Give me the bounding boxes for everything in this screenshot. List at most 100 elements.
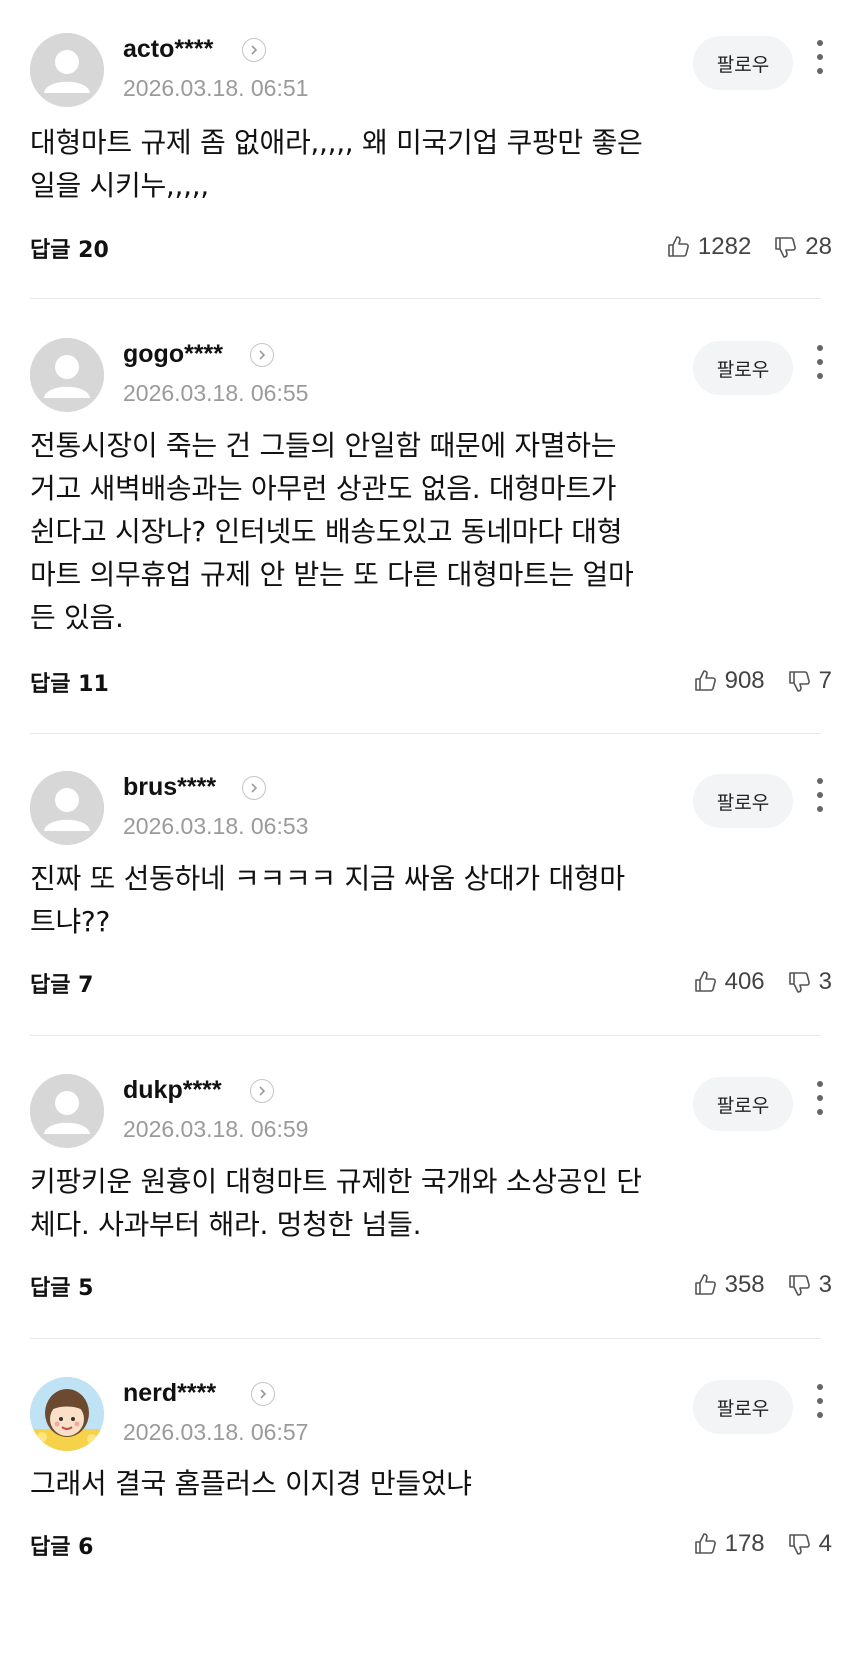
thumbs-down-icon — [773, 234, 805, 260]
follow-button[interactable]: 팔로우 — [693, 1380, 793, 1434]
like-count: 178 — [724, 1530, 765, 1557]
username[interactable]: acto**** — [123, 35, 213, 64]
comment-text-line: 대형마트 규제 좀 없애라,,,,, 왜 미국기업 쿠팡만 좋은 — [30, 126, 643, 159]
comment-item: dukp**** 2026.03.18. 06:59 팔로우 — [0, 1074, 850, 1148]
comment-footer: 답글 11 908 7 — [0, 666, 850, 706]
comment-text-line: 일을 시키누,,,,, — [30, 169, 209, 202]
profile-chevron-icon[interactable] — [242, 776, 266, 800]
dislike-button[interactable]: 28 — [773, 233, 832, 261]
profile-chevron-icon[interactable] — [250, 1079, 274, 1103]
thumbs-down-icon — [787, 1272, 819, 1298]
comment-text-line: 그래서 결국 홈플러스 이지경 만들었냐 — [30, 1467, 472, 1500]
avatar[interactable] — [30, 1074, 104, 1148]
comment-footer: 답글 5 358 3 — [0, 1270, 850, 1310]
avatar[interactable] — [30, 338, 104, 412]
timestamp: 2026.03.18. 06:51 — [123, 75, 309, 101]
username[interactable]: gogo**** — [123, 340, 223, 369]
default-avatar-icon — [30, 33, 104, 107]
follow-button[interactable]: 팔로우 — [693, 341, 793, 395]
dislike-count: 3 — [818, 968, 832, 995]
profile-chevron-icon[interactable] — [250, 343, 274, 367]
like-count: 1282 — [697, 233, 752, 260]
more-menu-icon[interactable] — [808, 775, 832, 815]
like-button[interactable]: 178 — [693, 1530, 765, 1558]
username[interactable]: dukp**** — [123, 1076, 222, 1105]
reactions: 178 4 — [671, 1529, 832, 1559]
comment-item: nerd**** 2026.03.18. 06:57 팔로우 — [0, 1377, 850, 1451]
cartoon-face-avatar-icon — [30, 1377, 104, 1451]
reply-button[interactable]: 답글 6 — [30, 1529, 93, 1561]
more-menu-icon[interactable] — [808, 1381, 832, 1421]
thumbs-down-icon — [787, 1531, 819, 1557]
profile-chevron-icon[interactable] — [242, 38, 266, 62]
reply-button[interactable]: 답글 20 — [30, 232, 109, 264]
thumbs-down-icon — [787, 668, 819, 694]
more-menu-icon[interactable] — [808, 1078, 832, 1118]
comment-text-line: 전통시장이 죽는 건 그들의 안일함 때문에 자멸하는 — [30, 429, 617, 462]
avatar[interactable] — [30, 33, 104, 107]
timestamp: 2026.03.18. 06:59 — [123, 1116, 309, 1142]
dislike-button[interactable]: 3 — [787, 968, 832, 996]
default-avatar-icon — [30, 338, 104, 412]
reply-button[interactable]: 답글 11 — [30, 666, 109, 698]
comment-text-line: 체다. 사과부터 해라. 멍청한 넘들. — [30, 1208, 422, 1241]
thumbs-up-icon — [693, 668, 725, 694]
reactions: 1282 28 — [644, 232, 832, 262]
dislike-button[interactable]: 4 — [787, 1530, 832, 1558]
like-button[interactable]: 358 — [693, 1271, 765, 1299]
comment-footer: 답글 7 406 3 — [0, 967, 850, 1007]
like-count: 358 — [724, 1271, 765, 1298]
reactions: 358 3 — [671, 1270, 832, 1300]
comment-text-line: 거고 새벽배송과는 아무런 상관도 없음. 대형마트가 — [30, 472, 617, 505]
dislike-count: 28 — [805, 233, 832, 260]
comment-text-line: 트냐?? — [30, 905, 111, 938]
comment-divider — [30, 298, 820, 299]
comment-text-line: 키팡키운 원흉이 대형마트 규제한 국개와 소상공인 단 — [30, 1165, 642, 1198]
comment-text: 진짜 또 선동하네 ㅋㅋㅋㅋ 지금 싸움 상대가 대형마트냐?? — [30, 857, 810, 943]
reactions: 908 7 — [671, 666, 832, 696]
comment-text-line: 진짜 또 선동하네 ㅋㅋㅋㅋ 지금 싸움 상대가 대형마 — [30, 862, 625, 895]
follow-button[interactable]: 팔로우 — [693, 36, 793, 90]
comment-text-line: 든 있음. — [30, 601, 124, 634]
comment-item: acto**** 2026.03.18. 06:51 팔로우 — [0, 33, 850, 107]
like-button[interactable]: 908 — [693, 667, 765, 695]
dislike-button[interactable]: 7 — [787, 667, 832, 695]
reply-button[interactable]: 답글 5 — [30, 1270, 93, 1302]
like-count: 908 — [724, 667, 765, 694]
dislike-count: 3 — [818, 1271, 832, 1298]
timestamp: 2026.03.18. 06:55 — [123, 380, 309, 406]
comment-text: 키팡키운 원흉이 대형마트 규제한 국개와 소상공인 단체다. 사과부터 해라.… — [30, 1160, 810, 1246]
reactions: 406 3 — [671, 967, 832, 997]
comment-divider — [30, 733, 820, 734]
more-menu-icon[interactable] — [808, 37, 832, 77]
dislike-button[interactable]: 3 — [787, 1271, 832, 1299]
thumbs-up-icon — [693, 1531, 725, 1557]
username[interactable]: nerd**** — [123, 1379, 216, 1408]
timestamp: 2026.03.18. 06:53 — [123, 813, 309, 839]
comment-footer: 답글 20 1282 28 — [0, 232, 850, 272]
like-button[interactable]: 406 — [693, 968, 765, 996]
like-button[interactable]: 1282 — [666, 233, 751, 261]
dislike-count: 4 — [818, 1530, 832, 1557]
dislike-count: 7 — [818, 667, 832, 694]
comment-text-line: 마트 의무휴업 규제 안 받는 또 다른 대형마트는 얼마 — [30, 558, 634, 591]
comment-text: 전통시장이 죽는 건 그들의 안일함 때문에 자멸하는거고 새벽배송과는 아무런… — [30, 424, 810, 639]
avatar[interactable] — [30, 1377, 104, 1451]
reply-button[interactable]: 답글 7 — [30, 967, 93, 999]
follow-button[interactable]: 팔로우 — [693, 1077, 793, 1131]
comment-item: brus**** 2026.03.18. 06:53 팔로우 — [0, 771, 850, 845]
timestamp: 2026.03.18. 06:57 — [123, 1419, 309, 1445]
like-count: 406 — [724, 968, 765, 995]
thumbs-up-icon — [693, 969, 725, 995]
thumbs-up-icon — [693, 1272, 725, 1298]
profile-chevron-icon[interactable] — [251, 1382, 275, 1406]
avatar[interactable] — [30, 771, 104, 845]
follow-button[interactable]: 팔로우 — [693, 774, 793, 828]
comment-divider — [30, 1035, 820, 1036]
comment-text: 그래서 결국 홈플러스 이지경 만들었냐 — [30, 1462, 810, 1505]
thumbs-up-icon — [666, 234, 698, 260]
more-menu-icon[interactable] — [808, 342, 832, 382]
comment-divider — [30, 1338, 820, 1339]
comment-text-line: 쉰다고 시장나? 인터넷도 배송도있고 동네마다 대형 — [30, 515, 623, 548]
username[interactable]: brus**** — [123, 773, 216, 802]
